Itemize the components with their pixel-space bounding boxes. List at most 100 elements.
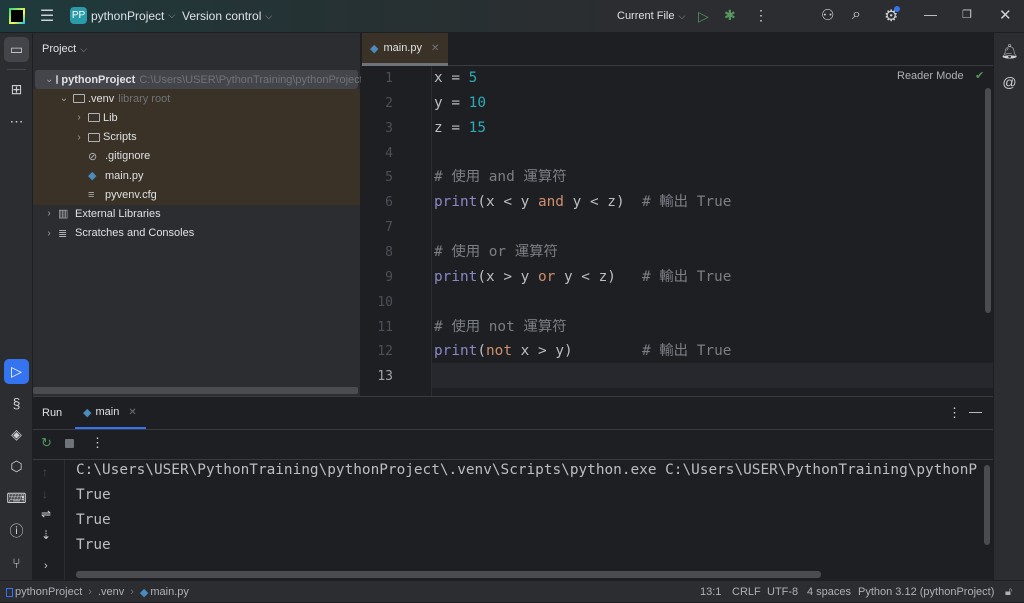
console-line: True: [76, 511, 111, 528]
search-icon[interactable]: ⌕: [852, 6, 861, 24]
close-tab-icon[interactable]: ✕: [431, 43, 439, 54]
code-line: print(x > y or y < z) # 輸出 True: [434, 265, 731, 290]
hide-panel-icon[interactable]: —: [969, 404, 982, 419]
structure-icon[interactable]: ⊞: [4, 77, 29, 102]
code-token-tx: y =: [434, 94, 469, 111]
lock-icon[interactable]: 🔓︎: [1005, 581, 1012, 603]
scroll-to-end-icon[interactable]: ⇣: [41, 528, 51, 542]
caret-position[interactable]: 13:1: [700, 581, 721, 603]
chevron-right-icon: ›: [88, 586, 92, 598]
chevron-down-icon[interactable]: ⌄: [58, 93, 70, 104]
soft-wrap-icon[interactable]: ⇌: [41, 507, 51, 521]
project-tool-icon[interactable]: ▭: [4, 37, 29, 62]
chevron-right-icon[interactable]: ›: [73, 112, 85, 123]
breadcrumb-item[interactable]: main.py: [150, 586, 189, 598]
tree-item[interactable]: › Lib: [33, 108, 360, 127]
run-icon[interactable]: ▷: [698, 8, 709, 25]
tree-item[interactable]: › ▥ External Libraries: [33, 204, 360, 223]
run-tab-main[interactable]: ◆ main ✕: [75, 397, 146, 429]
run-tool-icon[interactable]: ▷: [4, 359, 29, 384]
chevron-down-icon: ⌵: [80, 43, 88, 54]
services-icon[interactable]: ⬡: [4, 454, 29, 479]
settings-icon[interactable]: ⚙: [884, 6, 901, 26]
debug-icon[interactable]: ✱: [724, 7, 736, 24]
code-token-cm: # 使用 and 運算符: [434, 169, 567, 186]
main-menu-icon[interactable]: ☰: [38, 8, 56, 25]
project-badge: PP: [70, 7, 87, 24]
close-button[interactable]: ✕: [999, 6, 1012, 24]
scroll-up-icon[interactable]: ↑: [42, 465, 48, 479]
console-horizontal-scrollbar[interactable]: [76, 571, 821, 578]
more-icon[interactable]: ⋮: [754, 7, 768, 24]
code-token-cm: # 輸出 True: [641, 268, 732, 285]
python-interpreter[interactable]: Python 3.12 (pythonProject): [858, 581, 994, 603]
console-vertical-scrollbar[interactable]: [984, 465, 990, 545]
problems-icon[interactable]: ⓘ: [4, 518, 29, 543]
code-token-cm: # 輸出 True: [641, 194, 732, 211]
chevron-right-icon[interactable]: ›: [43, 208, 55, 219]
tree-item[interactable]: ⊘ .gitignore: [33, 147, 360, 166]
line-number: 6: [385, 195, 393, 211]
file-encoding[interactable]: UTF-8: [767, 581, 798, 603]
code-token-tx: z =: [434, 119, 469, 136]
code-line: z = 15: [434, 116, 486, 141]
breadcrumb-item[interactable]: pythonProject: [15, 586, 82, 598]
chevron-right-icon[interactable]: ›: [43, 228, 55, 239]
tree-item[interactable]: ≡ pyvenv.cfg: [33, 185, 360, 204]
minimize-button[interactable]: —: [924, 7, 937, 22]
add-user-icon[interactable]: ⚇: [821, 6, 834, 24]
line-number: 11: [377, 319, 393, 335]
code-line: # 使用 or 運算符: [434, 240, 558, 265]
project-panel-header[interactable]: Project ⌵: [42, 43, 87, 55]
tree-item-hint: C:\Users\USER\PythonTraining\pythonProje…: [139, 73, 363, 86]
stop-button[interactable]: [65, 439, 74, 448]
git-icon[interactable]: ⑂: [4, 550, 29, 575]
run-tab-label: main: [95, 406, 120, 418]
close-tab-icon[interactable]: ✕: [128, 407, 136, 418]
tree-item[interactable]: ⌄ pythonProject C:\Users\USER\PythonTraini…: [35, 70, 363, 89]
inspection-ok-icon[interactable]: ✔: [975, 69, 984, 82]
expand-icon[interactable]: ›: [44, 560, 48, 572]
chevron-down-icon[interactable]: ⌄: [45, 74, 53, 85]
version-control-label: Version control: [182, 9, 262, 23]
project-selector[interactable]: PP pythonProject ⌵: [70, 7, 175, 24]
code-token-num: 5: [468, 70, 478, 86]
code-line: y = 10: [434, 91, 486, 116]
chevron-right-icon[interactable]: ›: [73, 132, 85, 143]
pycharm-logo[interactable]: [9, 8, 25, 24]
tree-item[interactable]: › ≣ Scratches and Consoles: [33, 224, 360, 243]
editor: ◆ main.py ✕ 1 2 3 4 5 6 7 8 9 10 11 12 13 x = 5y = 1…: [361, 33, 993, 396]
more-icon[interactable]: ⋮: [91, 435, 104, 451]
indent-setting[interactable]: 4 spaces: [807, 581, 851, 603]
more-tools-icon[interactable]: ⋯: [4, 109, 29, 134]
tree-item[interactable]: ◆ main.py: [33, 166, 360, 185]
ai-assistant-icon[interactable]: @: [997, 69, 1022, 94]
terminal-icon[interactable]: ⌨: [4, 486, 29, 511]
python-packages-icon[interactable]: ◈: [4, 422, 29, 447]
python-console-icon[interactable]: §: [4, 390, 29, 415]
console-line: True: [76, 486, 111, 503]
version-control-menu[interactable]: Version control ⌵: [182, 9, 272, 23]
divider: [7, 69, 26, 70]
run-config-selector[interactable]: Current File ⌵: [617, 10, 685, 22]
scroll-down-icon[interactable]: ↓: [42, 487, 48, 501]
reader-mode-button[interactable]: Reader Mode: [897, 70, 964, 82]
vertical-scrollbar[interactable]: [985, 88, 991, 313]
rerun-icon[interactable]: ↻: [41, 435, 52, 451]
tree-item-label: pyvenv.cfg: [105, 188, 157, 201]
notifications-icon[interactable]: 🔔︎: [997, 39, 1022, 64]
tree-item[interactable]: › Scripts: [33, 128, 360, 147]
options-icon[interactable]: ⋮: [948, 405, 961, 421]
horizontal-scrollbar[interactable]: [33, 387, 358, 394]
line-separator[interactable]: CRLF: [732, 581, 761, 603]
code-token-bi: print: [434, 343, 478, 360]
tab-main-py[interactable]: ◆ main.py ✕: [362, 33, 448, 66]
title-bar: ☰ PP pythonProject ⌵ Version control ⌵ C…: [0, 0, 1024, 33]
left-tool-window-bar: ▭ ⊞ ⋯ ▷ § ◈ ⬡ ⌨ ⓘ ⑂: [0, 33, 33, 580]
restore-button[interactable]: ❐: [962, 8, 972, 21]
line-number: 7: [385, 220, 393, 236]
tree-item-label: External Libraries: [75, 207, 161, 220]
chevron-right-icon: ›: [130, 586, 134, 598]
tree-item[interactable]: ⌄ .venv library root: [33, 89, 360, 108]
breadcrumb-item[interactable]: .venv: [98, 586, 124, 598]
